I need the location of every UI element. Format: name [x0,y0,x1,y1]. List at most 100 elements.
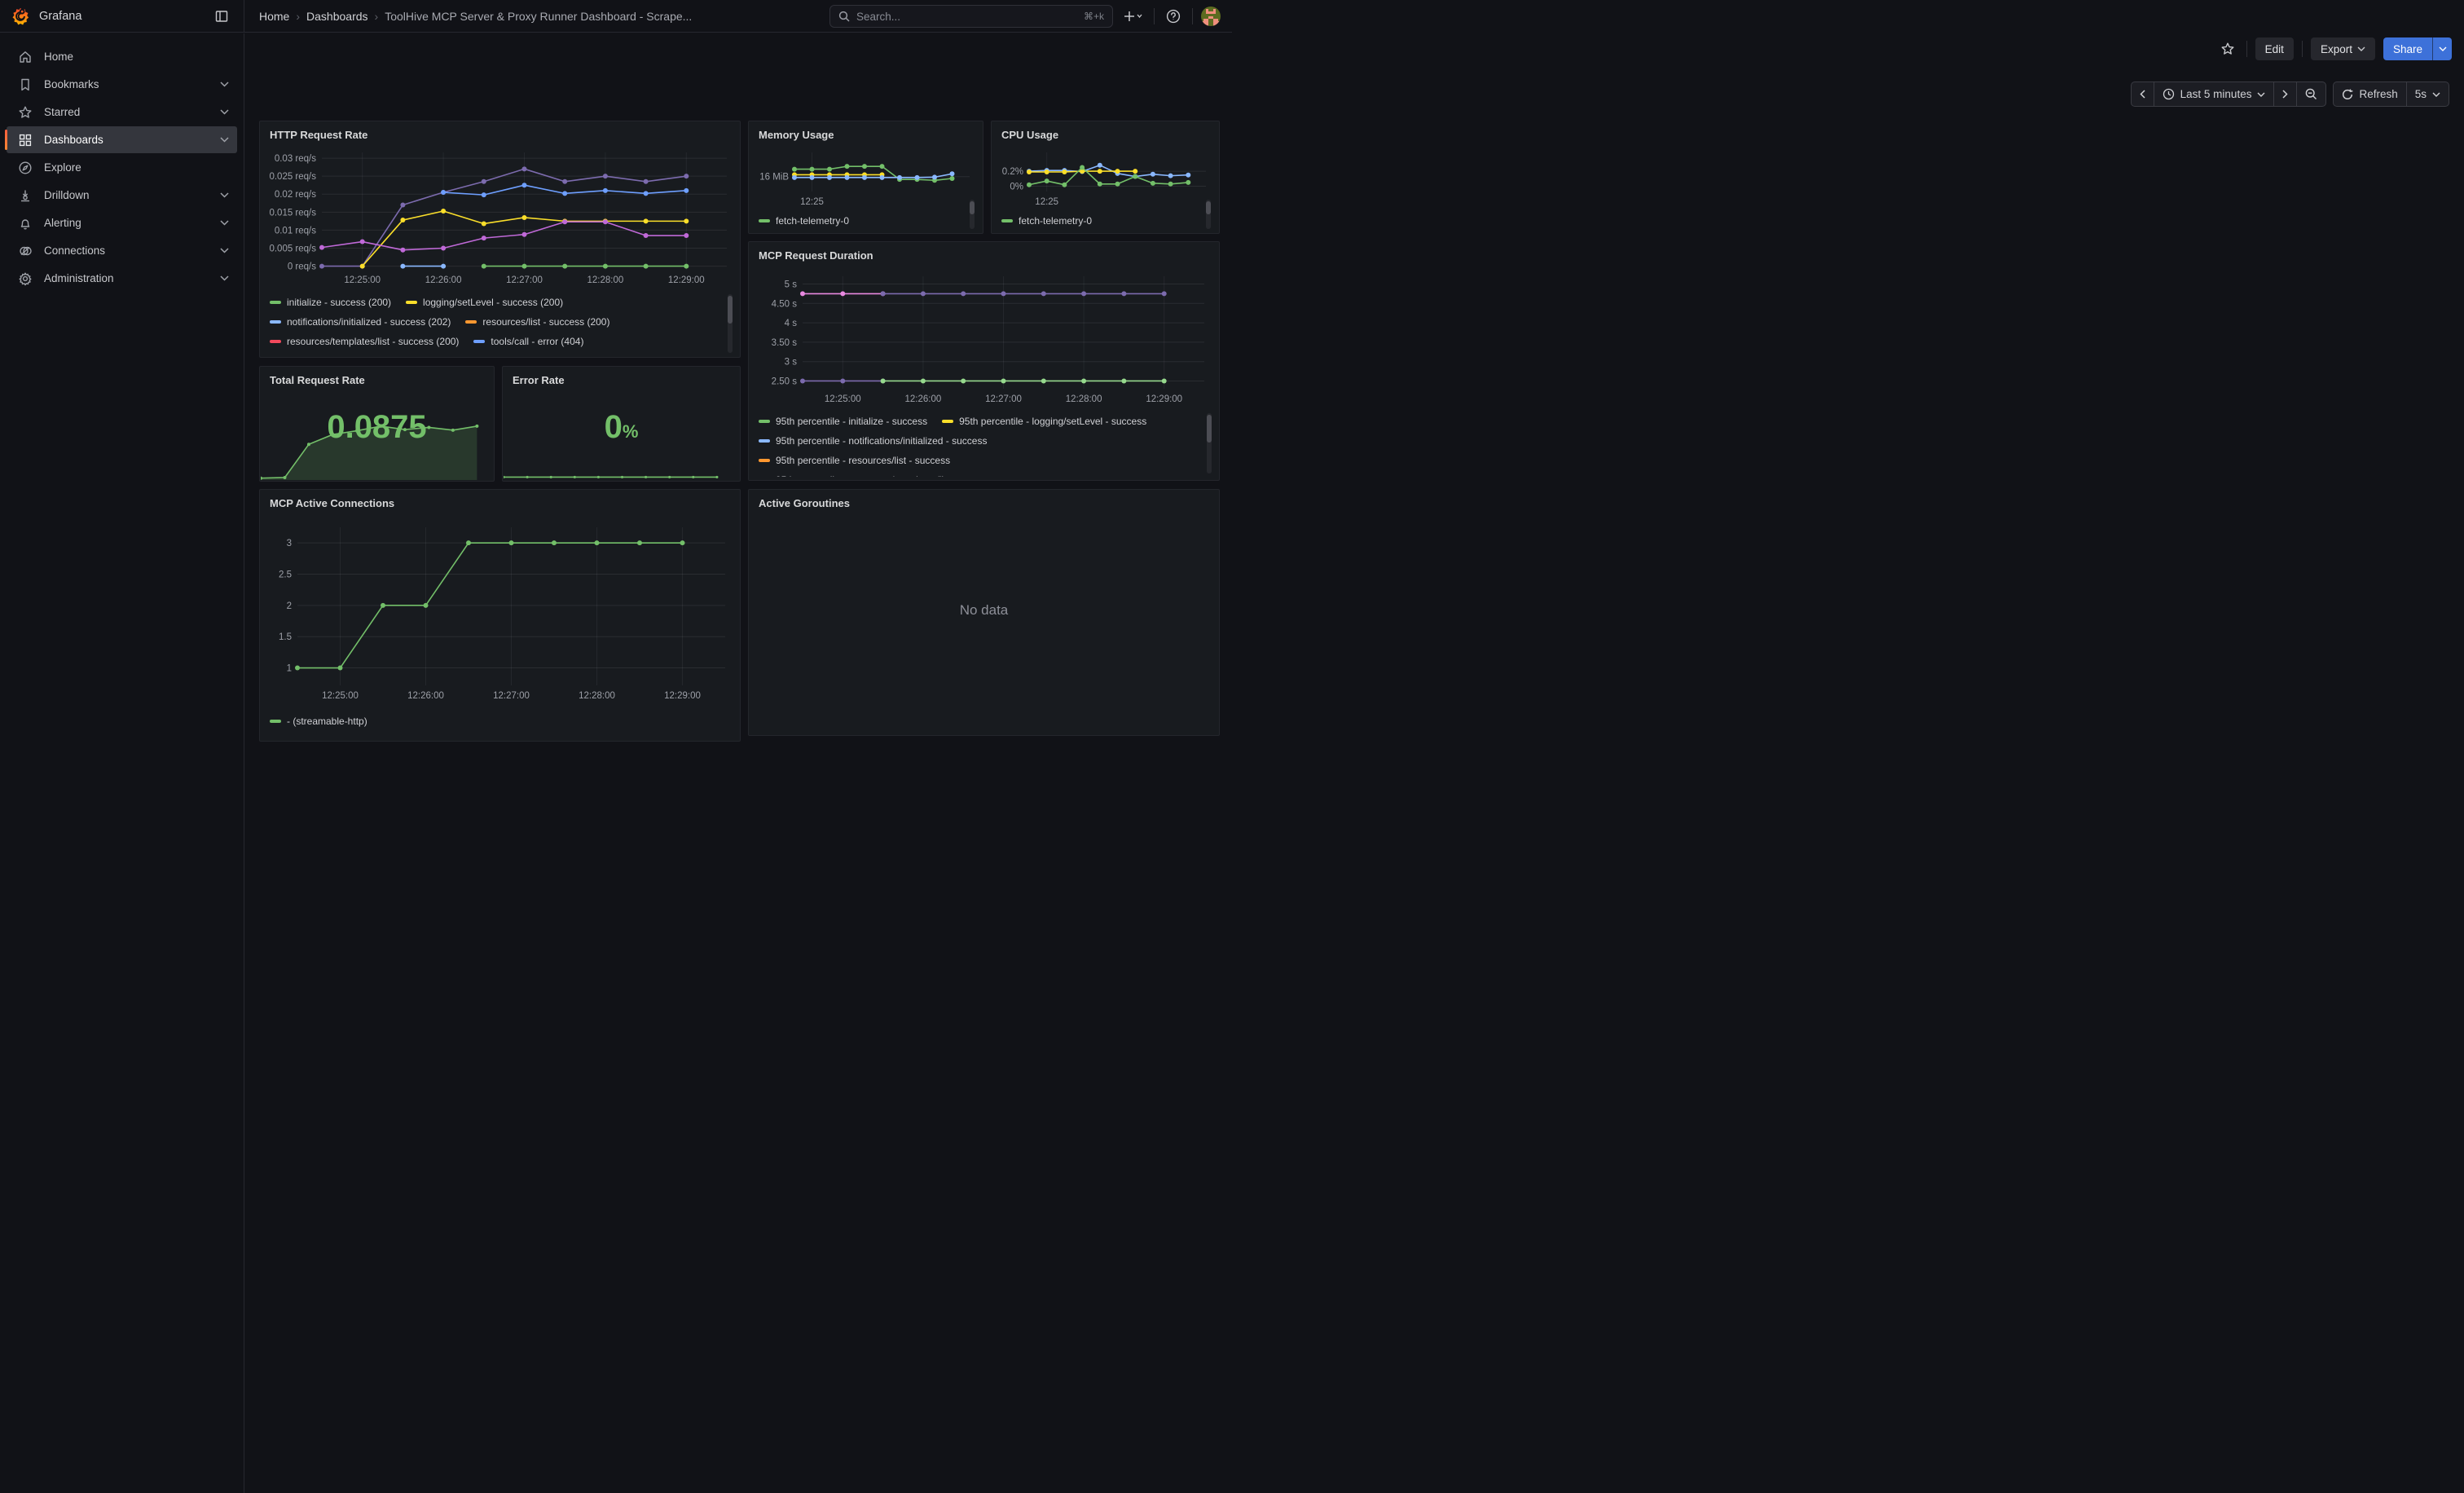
svg-text:0.2%: 0.2% [1002,167,1023,177]
legend-scrollbar[interactable] [970,200,975,229]
sidebar-item-bookmarks[interactable]: Bookmarks [7,71,237,98]
legend-item[interactable]: - (streamable-http) [270,716,367,727]
chart[interactable]: 12:25:0012:26:0012:27:0012:28:0012:29:00… [268,148,733,288]
legend-item[interactable]: resources/list - success (200) [465,316,609,328]
chevron-down-icon[interactable] [220,248,229,253]
favorite-star-icon[interactable] [2217,38,2238,59]
breadcrumb-separator-icon: › [375,10,379,23]
panel-title[interactable]: MCP Request Duration [749,242,1219,262]
svg-text:12:25:00: 12:25:00 [322,691,359,701]
sidebar-item-alerting[interactable]: Alerting [7,209,237,236]
no-data-message: No data [749,602,1219,619]
sidebar-toggle-icon[interactable] [211,6,232,27]
search-shortcut: ⌘+k [1084,11,1104,22]
zoom-out-button[interactable] [2296,81,2326,107]
sidebar-item-drilldown[interactable]: Drilldown [7,182,237,209]
panel-title[interactable]: Total Request Rate [260,367,494,386]
legend-item[interactable]: tools/call - error (404) [473,336,583,347]
add-button[interactable] [1121,7,1146,25]
legend-color-marker [942,420,953,423]
chevron-down-icon [2357,46,2365,51]
help-icon[interactable] [1163,6,1184,27]
share-button[interactable]: Share [2383,37,2432,60]
legend-item[interactable]: initialize - success (200) [270,297,391,308]
svg-text:16 MiB: 16 MiB [759,173,789,183]
svg-text:2: 2 [287,601,292,611]
legend-item[interactable]: 95th percentile - logging/setLevel - suc… [942,416,1146,427]
sidebar-item-connections[interactable]: Connections [7,237,237,264]
panel-title[interactable]: Memory Usage [749,121,983,141]
legend-item[interactable]: 95th percentile - resources/list - succe… [759,455,950,466]
legend-item[interactable]: logging/setLevel - success (200) [406,297,563,308]
chevron-down-icon [2439,46,2447,51]
legend-item[interactable]: fetch-telemetry-0 [1001,215,1092,227]
share-menu-button[interactable] [2432,37,2452,60]
chart[interactable]: 12:25:0012:26:0012:27:0012:28:0012:29:00… [268,521,733,707]
refresh-interval-picker[interactable]: 5s [2406,81,2449,107]
legend-item[interactable]: resources/templates/list - success (200) [270,336,459,347]
sidebar-item-starred[interactable]: Starred [7,99,237,126]
chart[interactable]: 12:250.2%0% [997,146,1212,206]
search-input[interactable]: Search... ⌘+k [829,5,1113,28]
panel-title[interactable]: Error Rate [503,367,740,386]
nav-divider [1154,8,1155,24]
dashboard-toolbar: Edit Export Share [2217,37,2452,60]
time-back-button[interactable] [2131,81,2154,107]
legend-item[interactable]: unknown - success (200) [546,355,671,356]
refresh-button[interactable]: Refresh [2333,81,2406,107]
panel-title[interactable]: HTTP Request Rate [260,121,740,141]
sidebar-item-administration[interactable]: Administration [7,265,237,292]
toolbar-divider [2246,41,2247,57]
legend-item[interactable]: 95th percentile - resources/templates/li… [759,474,995,477]
sidebar-item-home[interactable]: Home [7,43,237,70]
drilldown-icon [18,188,33,203]
user-avatar[interactable] [1201,7,1221,26]
time-forward-button[interactable] [2273,81,2297,107]
legend-scrollbar[interactable] [728,294,733,353]
legend-item[interactable]: tools/list - success (200) [409,355,531,356]
panel-title[interactable]: Active Goroutines [749,490,1219,509]
svg-text:0%: 0% [1010,183,1023,192]
toolbar-divider [2302,41,2303,57]
bookmark-icon [18,77,33,92]
chart[interactable]: 12:25:0012:26:0012:27:0012:28:0012:29:00… [757,270,1212,408]
breadcrumb-dashboards[interactable]: Dashboards [306,10,368,23]
panel-title[interactable]: CPU Usage [992,121,1219,141]
svg-text:1.5: 1.5 [279,632,292,642]
svg-text:12:27:00: 12:27:00 [985,394,1022,404]
chevron-down-icon[interactable] [220,192,229,198]
chevron-down-icon[interactable] [220,220,229,226]
gear-icon [18,271,33,286]
export-button[interactable]: Export [2311,37,2375,60]
legend-item[interactable]: 95th percentile - notifications/initiali… [759,435,987,447]
panel-title[interactable]: MCP Active Connections [260,490,740,509]
svg-text:12:26:00: 12:26:00 [425,275,462,285]
edit-button[interactable]: Edit [2255,37,2294,60]
legend-item[interactable]: tools/call - success (200) [270,355,394,356]
svg-text:12:28:00: 12:28:00 [579,691,615,701]
chevron-down-icon[interactable] [220,137,229,143]
svg-text:4.50 s: 4.50 s [772,299,798,309]
chevron-down-icon[interactable] [220,81,229,87]
legend-color-marker [406,301,417,304]
legend-item[interactable]: 95th percentile - initialize - success [759,416,927,427]
svg-text:2.5: 2.5 [279,570,292,580]
sidebar-item-explore[interactable]: Explore [7,154,237,181]
sidebar-item-dashboards[interactable]: Dashboards [7,126,237,153]
chart[interactable]: 12:2516 MiB [754,146,976,206]
legend-color-marker [759,459,770,462]
chevron-down-icon[interactable] [220,109,229,115]
legend-color-marker [759,219,770,222]
svg-text:12:29:00: 12:29:00 [664,691,701,701]
legend-scrollbar[interactable] [1206,200,1211,229]
svg-text:12:29:00: 12:29:00 [668,275,705,285]
sidebar-item-label: Home [44,51,229,63]
legend-item[interactable]: fetch-telemetry-0 [759,215,849,227]
compass-icon [18,161,33,175]
legend-scrollbar[interactable] [1207,413,1212,473]
chevron-down-icon[interactable] [220,275,229,281]
home-icon [18,50,33,64]
breadcrumb-home[interactable]: Home [259,10,289,23]
legend-item[interactable]: notifications/initialized - success (202… [270,316,451,328]
time-range-picker[interactable]: Last 5 minutes [2154,81,2275,107]
